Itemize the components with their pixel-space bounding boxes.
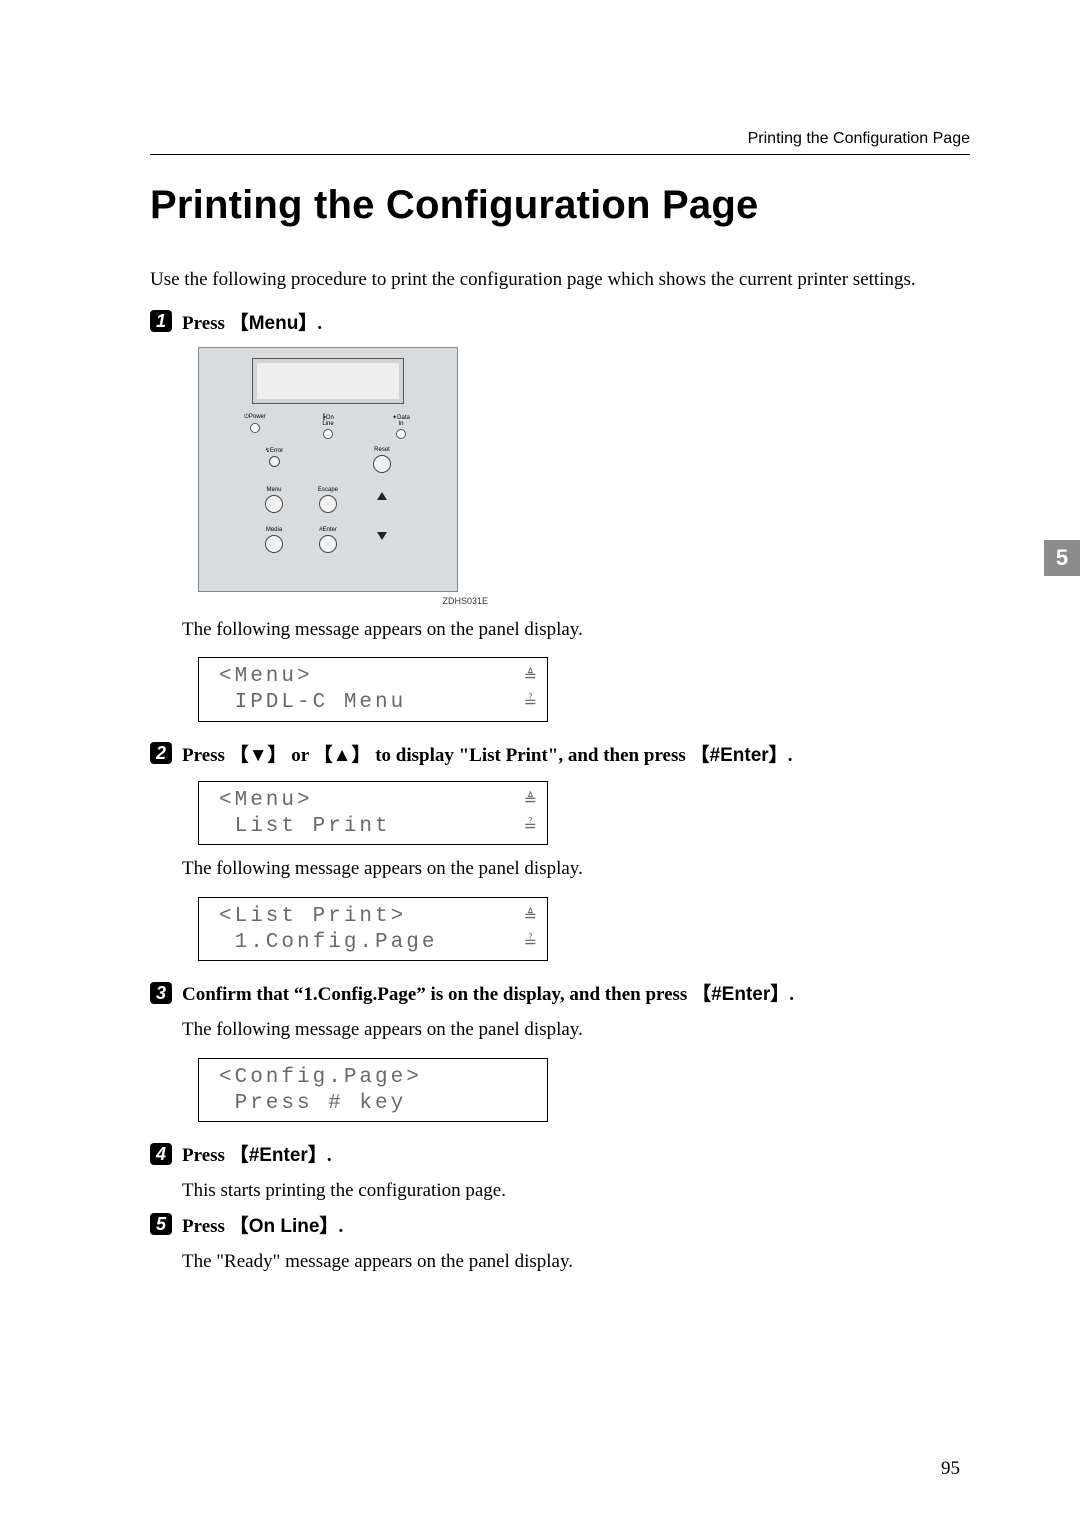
step-1-after: The following message appears on the pan… (182, 616, 970, 644)
lcd-display-3: <Config.Page> Press # key (198, 1058, 548, 1123)
lcd-display-1: <Menu>≜ IPDL-C Menu≟ (198, 657, 548, 722)
step-3-instruction: Confirm that “1.Config.Page” is on the d… (182, 979, 794, 1006)
lcd-display-2b: <List Print>≜ 1.Config.Page≟ (198, 897, 548, 962)
enter-button: #Enter (312, 527, 344, 553)
chapter-tab: 5 (1044, 540, 1080, 576)
step-5: 5 Press On Line. The "Ready" message app… (150, 1211, 970, 1276)
down-arrow-key: ▼ (230, 745, 287, 766)
running-head: Printing the Configuration Page (150, 130, 970, 155)
step-number-4: 4 (150, 1143, 172, 1165)
error-led: ↯Error (258, 447, 290, 473)
enter-key: #Enter (230, 1145, 327, 1166)
step-5-after: The "Ready" message appears on the panel… (182, 1248, 970, 1276)
down-scroll-icon: ≟ (524, 690, 537, 716)
intro-text: Use the following procedure to print the… (150, 266, 970, 294)
up-scroll-icon: ≜ (524, 664, 537, 690)
escape-button: Escape (312, 487, 344, 513)
enter-key: #Enter (691, 745, 788, 766)
up-scroll-icon: ≜ (524, 904, 537, 930)
step-number-2: 2 (150, 742, 172, 764)
down-scroll-icon: ≟ (524, 930, 537, 956)
step-4: 4 Press #Enter. This starts printing the… (150, 1140, 970, 1205)
step-2-instruction: Press ▼ or ▲ to display "List Print", an… (182, 740, 792, 767)
page-title: Printing the Configuration Page (150, 183, 970, 228)
figure-id: ZDHS031E (198, 596, 488, 606)
step-number-5: 5 (150, 1213, 172, 1235)
step-2-after: The following message appears on the pan… (182, 855, 970, 883)
step-4-instruction: Press #Enter. (182, 1140, 332, 1167)
lcd-display-2a: <Menu>≜ List Print≟ (198, 781, 548, 846)
step-2: 2 Press ▼ or ▲ to display "List Print", … (150, 740, 970, 962)
online-led: ┣On Line (316, 414, 340, 439)
step-number-3: 3 (150, 982, 172, 1004)
up-arrow-key: ▲ (314, 745, 371, 766)
step-5-instruction: Press On Line. (182, 1211, 343, 1238)
page-number: 95 (941, 1458, 960, 1480)
step-4-after: This starts printing the configuration p… (182, 1177, 970, 1205)
printer-panel: ⏻Power ┣On Line ✦Data In ↯Error Reset Me… (198, 347, 458, 592)
online-key: On Line (230, 1216, 339, 1237)
reset-button: Reset (366, 447, 398, 473)
down-arrow-icon (366, 527, 398, 553)
step-3-after: The following message appears on the pan… (182, 1016, 970, 1044)
step-1: 1 Press Menu. ⏻Power ┣On Line ✦Data In ↯… (150, 308, 970, 722)
datain-led: ✦Data In (389, 414, 413, 439)
power-led: ⏻Power (243, 414, 267, 439)
enter-key: #Enter (692, 984, 789, 1005)
panel-lcd-screen (252, 358, 404, 404)
down-scroll-icon: ≟ (524, 814, 537, 840)
up-arrow-icon (366, 487, 398, 513)
up-scroll-icon: ≜ (524, 788, 537, 814)
step-1-instruction: Press Menu. (182, 308, 322, 335)
step-3: 3 Confirm that “1.Config.Page” is on the… (150, 979, 970, 1122)
media-button: Media (258, 527, 290, 553)
printer-panel-figure: ⏻Power ┣On Line ✦Data In ↯Error Reset Me… (198, 347, 970, 606)
step-number-1: 1 (150, 310, 172, 332)
menu-button: Menu (258, 487, 290, 513)
menu-key: Menu (230, 313, 318, 334)
